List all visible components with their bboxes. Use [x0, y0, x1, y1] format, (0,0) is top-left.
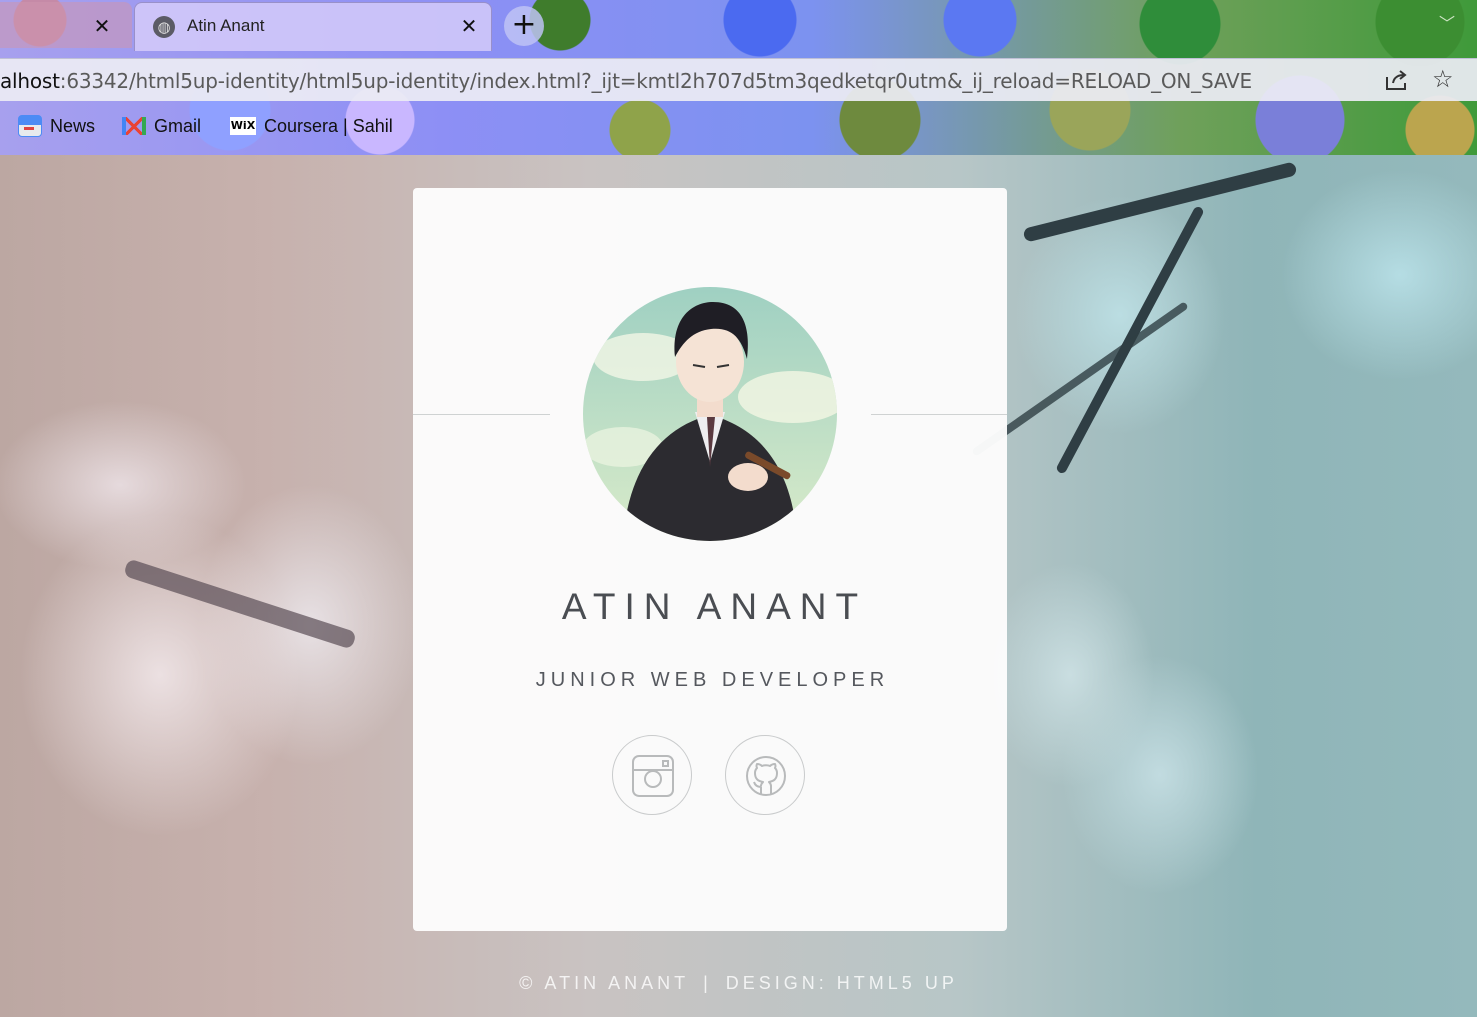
instagram-button[interactable] [612, 735, 692, 815]
github-icon [746, 756, 786, 796]
google-news-icon [18, 115, 42, 137]
tab-active[interactable]: ◍ Atin Anant ✕ [134, 2, 492, 51]
branch-decoration [1022, 161, 1298, 243]
chevron-down-icon[interactable]: ﹀ [1439, 10, 1455, 34]
profile-name: ATIN ANANT [561, 586, 868, 627]
url-field[interactable]: alhost:63342/html5up-identity/html5up-id… [0, 69, 1252, 93]
profile-role: JUNIOR WEB DEVELOPER [535, 669, 890, 691]
close-icon[interactable]: ✕ [457, 14, 481, 38]
tab-strip: ✕ ◍ Atin Anant ✕ + ﹀ [0, 0, 1477, 51]
wix-icon: WiX [230, 117, 256, 135]
tab-title: Atin Anant [187, 16, 265, 35]
divider-right [871, 414, 1007, 415]
footer: © ATIN ANANT | DESIGN: HTML5 UP [0, 973, 1477, 994]
bookmark-label: Coursera | Sahil [264, 115, 393, 136]
instagram-icon [632, 755, 674, 797]
address-bar[interactable]: alhost:63342/html5up-identity/html5up-id… [0, 58, 1477, 101]
url-host: alhost [0, 69, 60, 93]
star-icon[interactable]: ☆ [1432, 65, 1454, 93]
page-background: ATIN ANANT JUNIOR WEB DEVELOPER © ATIN A… [0, 155, 1477, 1017]
globe-icon: ◍ [153, 16, 175, 38]
bookmark-label: Gmail [154, 115, 202, 136]
branch-decoration [123, 558, 357, 650]
footer-design-credit[interactable]: DESIGN: HTML5 UP [726, 973, 958, 993]
github-button[interactable] [725, 735, 805, 815]
share-icon[interactable] [1384, 68, 1410, 92]
close-icon[interactable]: ✕ [90, 14, 114, 38]
bookmark-news[interactable]: News [18, 114, 95, 138]
tab-previous[interactable]: ✕ [0, 2, 132, 48]
profile-card: ATIN ANANT JUNIOR WEB DEVELOPER [413, 188, 1007, 931]
divider-left [413, 414, 550, 415]
bookmark-gmail[interactable]: Gmail [122, 114, 201, 138]
footer-copyright: © ATIN ANANT [519, 973, 690, 993]
bookmarks-bar: News Gmail WiX Coursera | Sahil [0, 104, 1477, 148]
bookmark-label: News [50, 115, 96, 136]
url-path: :63342/html5up-identity/html5up-identity… [59, 69, 1252, 93]
avatar [583, 287, 837, 541]
new-tab-button[interactable]: + [504, 6, 544, 46]
footer-separator: | [703, 973, 712, 993]
gmail-icon [122, 117, 146, 135]
bookmark-coursera[interactable]: WiX Coursera | Sahil [230, 114, 393, 138]
browser-chrome: ✕ ◍ Atin Anant ✕ + ﹀ alhost:63342/html5u… [0, 0, 1477, 155]
